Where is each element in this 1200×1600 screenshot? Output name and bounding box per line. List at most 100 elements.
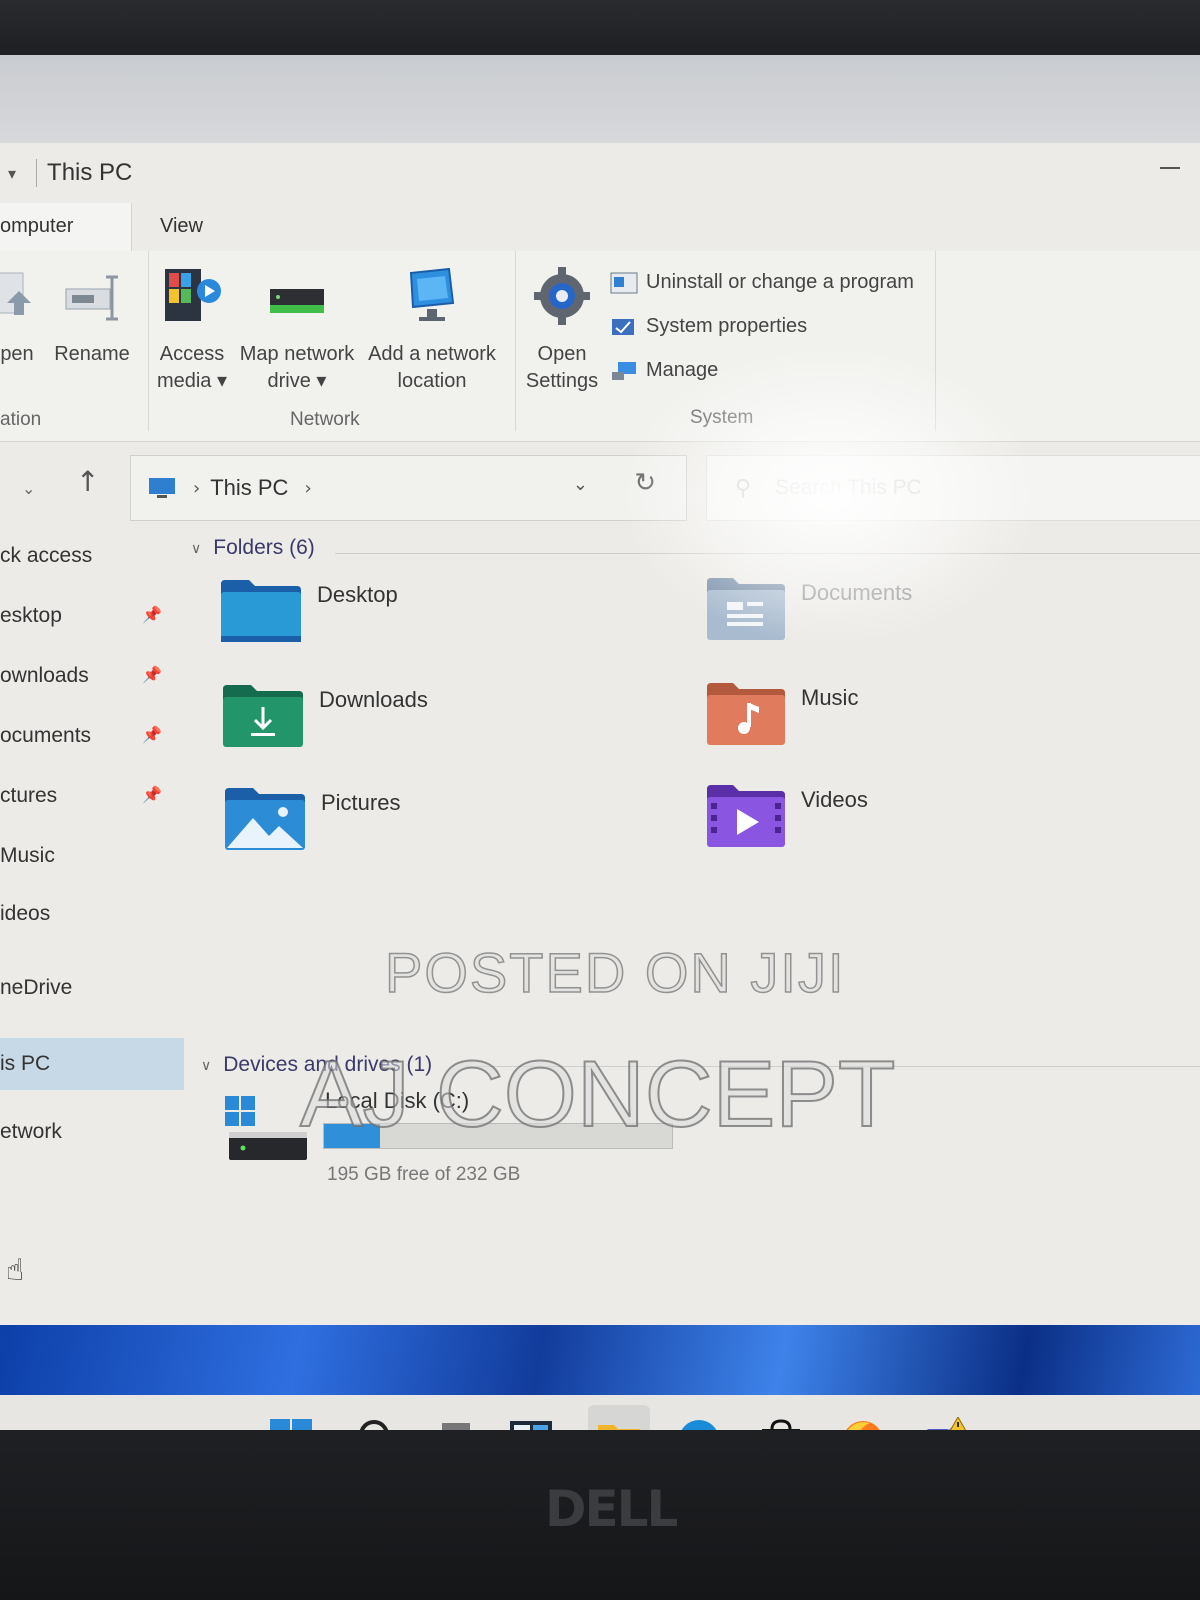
address-dropdown-icon[interactable]: ⌄ bbox=[573, 474, 588, 495]
folder-videos[interactable]: Videos bbox=[705, 783, 868, 849]
sidebar-item-music[interactable]: Music bbox=[0, 836, 180, 876]
folder-name: Videos bbox=[801, 787, 868, 812]
search-input[interactable]: Search This PC bbox=[775, 476, 922, 500]
store-icon[interactable] bbox=[758, 1417, 804, 1430]
sidebar-item-quick-access[interactable]: ck access bbox=[0, 536, 180, 576]
search-icon[interactable] bbox=[348, 1417, 394, 1430]
pin-icon: 📌 bbox=[142, 667, 162, 684]
sidebar-item-pictures[interactable]: ctures 📌 bbox=[0, 776, 180, 816]
desktop-wallpaper bbox=[0, 1325, 1200, 1395]
chevron-down-icon: ∨ bbox=[191, 539, 202, 556]
watermark-line-2: AJ CONCEPT bbox=[299, 1040, 896, 1147]
start-icon[interactable] bbox=[268, 1417, 314, 1430]
access-media-button[interactable]: Access media ▾ bbox=[152, 265, 232, 395]
system-properties-icon bbox=[612, 318, 634, 335]
add-network-location-label-2: location bbox=[397, 370, 467, 392]
sidebar-item-desktop[interactable]: esktop 📌 bbox=[0, 596, 180, 636]
file-explorer-icon[interactable] bbox=[596, 1417, 642, 1430]
sidebar-item-downloads[interactable]: ownloads 📌 bbox=[0, 656, 180, 696]
taskbar: T bbox=[0, 1395, 1200, 1430]
hand-pointer-icon: ☝ bbox=[6, 1253, 25, 1288]
folder-name: Downloads bbox=[319, 687, 428, 712]
chevron-down-icon: ∨ bbox=[201, 1056, 212, 1073]
rename-label: Rename bbox=[54, 343, 130, 365]
breadcrumb-chevron-icon[interactable]: › bbox=[304, 478, 311, 499]
open-label: pen bbox=[0, 343, 34, 365]
open-button[interactable]: pen bbox=[0, 269, 40, 368]
firefox-icon[interactable] bbox=[840, 1417, 886, 1430]
title-separator bbox=[36, 159, 38, 187]
tab-view[interactable]: View bbox=[132, 203, 229, 251]
documents-folder-icon bbox=[707, 578, 785, 640]
pin-icon: 📌 bbox=[142, 607, 162, 624]
quick-access-dropdown-icon[interactable]: ▾ bbox=[8, 164, 16, 183]
folder-name: Pictures bbox=[321, 790, 401, 815]
network-drive-icon bbox=[270, 289, 324, 313]
refresh-icon[interactable]: ↻ bbox=[634, 468, 656, 498]
system-properties-button[interactable]: System properties bbox=[610, 315, 807, 338]
group-label-location: ation bbox=[0, 409, 42, 430]
group-label-network: Network bbox=[290, 409, 360, 430]
add-network-location-button[interactable]: Add a network location bbox=[362, 265, 502, 395]
folder-downloads[interactable]: Downloads bbox=[221, 683, 428, 749]
open-settings-button[interactable]: Open Settings bbox=[518, 265, 606, 395]
sidebar-item-network[interactable]: etwork bbox=[0, 1112, 180, 1152]
uninstall-program-label: Uninstall or change a program bbox=[646, 271, 914, 293]
recent-locations-chevron-icon[interactable]: ⌄ bbox=[22, 479, 35, 498]
folder-music[interactable]: Music bbox=[705, 681, 858, 747]
sidebar-item-this-pc[interactable]: is PC bbox=[0, 1038, 184, 1090]
desktop-background bbox=[0, 55, 1200, 150]
map-network-drive-label-2: drive bbox=[267, 370, 311, 392]
pin-icon: 📌 bbox=[142, 727, 162, 744]
map-network-drive-button[interactable]: Map network drive ▾ bbox=[236, 265, 358, 395]
search-box[interactable]: ⚲ Search This PC bbox=[706, 455, 1200, 521]
this-pc-icon bbox=[149, 478, 175, 498]
up-arrow-icon[interactable]: ↑ bbox=[76, 465, 99, 498]
laptop-bezel-top bbox=[0, 0, 1200, 60]
breadcrumb-this-pc[interactable]: This PC bbox=[210, 475, 288, 501]
teams-icon[interactable]: T bbox=[920, 1417, 966, 1430]
tab-computer[interactable]: omputer bbox=[0, 203, 132, 251]
group-label-system: System bbox=[690, 407, 754, 428]
add-network-location-label-1: Add a network bbox=[368, 343, 496, 365]
access-media-icon bbox=[165, 269, 221, 321]
address-bar[interactable]: › This PC › ⌄ ↻ bbox=[130, 455, 687, 521]
sidebar-item-label: ctures bbox=[0, 784, 58, 807]
folder-documents[interactable]: Documents bbox=[705, 576, 912, 642]
rename-icon bbox=[65, 275, 118, 321]
minimize-button[interactable] bbox=[1160, 167, 1180, 169]
edge-icon[interactable] bbox=[676, 1417, 722, 1430]
title-bar: ▾ This PC bbox=[0, 143, 1200, 203]
folder-name: Documents bbox=[801, 580, 913, 605]
drive-free-space: 195 GB free of 232 GB bbox=[327, 1164, 521, 1185]
folder-desktop[interactable]: Desktop bbox=[219, 578, 398, 644]
ribbon-separator bbox=[935, 251, 936, 431]
folder-pictures[interactable]: Pictures bbox=[223, 786, 400, 852]
task-view-icon[interactable] bbox=[428, 1417, 474, 1430]
uninstall-program-button[interactable]: Uninstall or change a program bbox=[610, 271, 914, 294]
open-settings-label-2: Settings bbox=[525, 370, 599, 392]
sidebar-item-label: etwork bbox=[0, 1120, 62, 1143]
sidebar-item-documents[interactable]: ocuments 📌 bbox=[0, 716, 180, 756]
chevron-down-icon: ▾ bbox=[211, 370, 228, 392]
access-media-label-2: media bbox=[156, 370, 212, 392]
windows-drive-icon bbox=[225, 1096, 307, 1160]
videos-folder-icon bbox=[707, 785, 785, 847]
screen: ▾ This PC omputer View pen Rename ation … bbox=[0, 55, 1200, 1430]
sidebar-item-label: ownloads bbox=[0, 664, 89, 687]
folders-section-header[interactable]: ∨ Folders (6) bbox=[191, 536, 315, 560]
sidebar-item-onedrive[interactable]: neDrive bbox=[0, 968, 180, 1008]
widgets-icon[interactable] bbox=[508, 1417, 554, 1430]
manage-button[interactable]: Manage bbox=[610, 359, 718, 382]
search-icon: ⚲ bbox=[735, 475, 752, 501]
sidebar-item-label: Music bbox=[0, 844, 55, 867]
chevron-down-icon: ▾ bbox=[310, 370, 327, 392]
breadcrumb-chevron-icon[interactable]: › bbox=[193, 478, 200, 499]
sidebar-item-label: esktop bbox=[0, 604, 62, 627]
section-divider bbox=[335, 553, 1200, 554]
ribbon-separator bbox=[515, 251, 516, 431]
folders-header-label: Folders (6) bbox=[213, 536, 315, 559]
rename-button[interactable]: Rename bbox=[52, 269, 132, 368]
sidebar-item-videos[interactable]: ideos bbox=[0, 894, 180, 934]
network-location-icon bbox=[409, 267, 455, 321]
